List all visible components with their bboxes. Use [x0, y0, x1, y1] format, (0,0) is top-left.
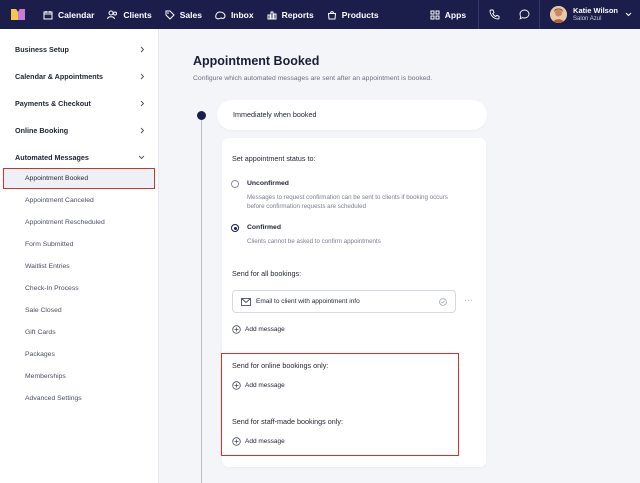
sidebar-section-calendar-appointments[interactable]: Calendar & Appointments [15, 70, 145, 82]
page-subtitle: Configure which automated messages are s… [193, 75, 433, 82]
option-description: Messages to request confirmation can be … [247, 194, 448, 210]
sidebar-item-label: Appointment Booked [25, 175, 89, 182]
radio-unconfirmed[interactable] [231, 180, 239, 188]
add-message-label: Add message [245, 326, 285, 333]
sidebar-section-label: Payments & Checkout [15, 98, 91, 108]
sidebar-item-sale-closed[interactable]: Sale Closed [25, 305, 62, 317]
nav-label: Inbox [230, 9, 254, 20]
user-menu[interactable]: Katie Wilson Salon Azul [540, 0, 640, 29]
chevron-right-icon [140, 73, 145, 79]
nav-clients[interactable]: Clients [107, 0, 152, 29]
radio-confirmed[interactable] [231, 224, 239, 232]
sidebar-item-appointment-booked[interactable]: Appointment Booked [3, 168, 155, 189]
apps-label: Apps [444, 9, 467, 20]
main-content: Appointment Booked Configure which autom… [160, 29, 640, 483]
apps-button[interactable]: Apps [430, 10, 478, 20]
sidebar-section-business-setup[interactable]: Business Setup [15, 43, 145, 55]
chat-icon [519, 9, 529, 20]
nav-label: Clients [123, 9, 152, 20]
grid-icon [430, 10, 440, 19]
nav-calendar[interactable]: Calendar [43, 0, 94, 29]
sidebar-section-online-booking[interactable]: Online Booking [15, 124, 145, 136]
sidebar-item-packages[interactable]: Packages [25, 349, 55, 361]
trigger-pill[interactable]: Immediately when booked [217, 100, 487, 130]
bag-icon [327, 10, 336, 19]
message-item[interactable]: Email to client with appointment info [232, 290, 456, 313]
chevron-right-icon [140, 46, 145, 52]
nav-label: Products [341, 9, 379, 20]
nav-label: Calendar [58, 9, 95, 20]
chevron-down-icon [138, 155, 145, 159]
top-navigation: Calendar Clients Sales Inbox Reports Pro… [0, 0, 640, 29]
users-icon [107, 10, 118, 19]
sidebar-section-automated-messages[interactable]: Automated Messages [15, 151, 145, 163]
mail-icon [241, 298, 251, 306]
timeline-dot [197, 111, 206, 120]
nav-sales[interactable]: Sales [165, 0, 202, 29]
sidebar-item-waitlist-entries[interactable]: Waitlist Entries [25, 261, 70, 273]
logo-icon[interactable] [11, 8, 25, 21]
sidebar-item-check-in-process[interactable]: Check-In Process [25, 283, 79, 295]
sidebar-item-form-submitted[interactable]: Form Submitted [25, 239, 73, 251]
inbox-icon [215, 10, 226, 20]
sidebar-section-label: Calendar & Appointments [15, 71, 103, 81]
plus-circle-icon [232, 325, 241, 334]
add-message-all-button[interactable]: Add message [232, 325, 285, 334]
nav-reports[interactable]: Reports [267, 0, 314, 29]
option-title: Unconfirmed [247, 180, 289, 187]
sidebar-section-payments-checkout[interactable]: Payments & Checkout [15, 97, 145, 109]
timeline-line [201, 115, 202, 483]
sidebar-item-appointment-canceled[interactable]: Appointment Canceled [25, 195, 94, 207]
chevron-down-icon [625, 12, 632, 17]
sidebar-item-gift-cards[interactable]: Gift Cards [25, 327, 56, 339]
nav-label: Reports [281, 9, 314, 20]
user-org: Salon Azul [573, 16, 602, 22]
sidebar-section-label: Online Booking [15, 125, 69, 135]
option-title: Confirmed [247, 224, 281, 231]
phone-icon [489, 9, 499, 20]
chevron-right-icon [140, 100, 145, 106]
tag-icon [165, 10, 175, 20]
chart-icon [267, 11, 277, 19]
trigger-label: Immediately when booked [233, 110, 317, 119]
message-item-label: Email to client with appointment info [256, 298, 360, 305]
page-title: Appointment Booked [193, 54, 320, 68]
nav-products[interactable]: Products [327, 0, 379, 29]
phone-button[interactable] [479, 0, 509, 29]
avatar [550, 6, 568, 23]
sidebar-section-label: Business Setup [15, 44, 69, 54]
sidebar-item-appointment-rescheduled[interactable]: Appointment Rescheduled [25, 217, 105, 229]
nav-label: Sales [179, 9, 202, 20]
sidebar-item-advanced-settings[interactable]: Advanced Settings [25, 393, 82, 405]
chat-button[interactable] [509, 0, 539, 29]
check-circle-icon [439, 298, 447, 306]
nav-inbox[interactable]: Inbox [215, 0, 254, 29]
nav-right: Apps Katie Wilson Salon Azul [430, 0, 640, 29]
calendar-icon [43, 10, 53, 19]
settings-sidebar: Business Setup Calendar & Appointments P… [0, 29, 159, 483]
sidebar-section-label: Automated Messages [15, 152, 89, 162]
user-name: Katie Wilson [573, 6, 618, 15]
option-description: Clients cannot be asked to confirm appoi… [247, 238, 381, 245]
status-label: Set appointment status to: [232, 154, 316, 163]
chevron-right-icon [140, 127, 145, 133]
sidebar-item-memberships[interactable]: Memberships [25, 371, 66, 383]
all-bookings-label: Send for all bookings: [232, 269, 302, 278]
highlight-box [221, 353, 459, 456]
more-options-button[interactable]: ··· [464, 296, 474, 305]
